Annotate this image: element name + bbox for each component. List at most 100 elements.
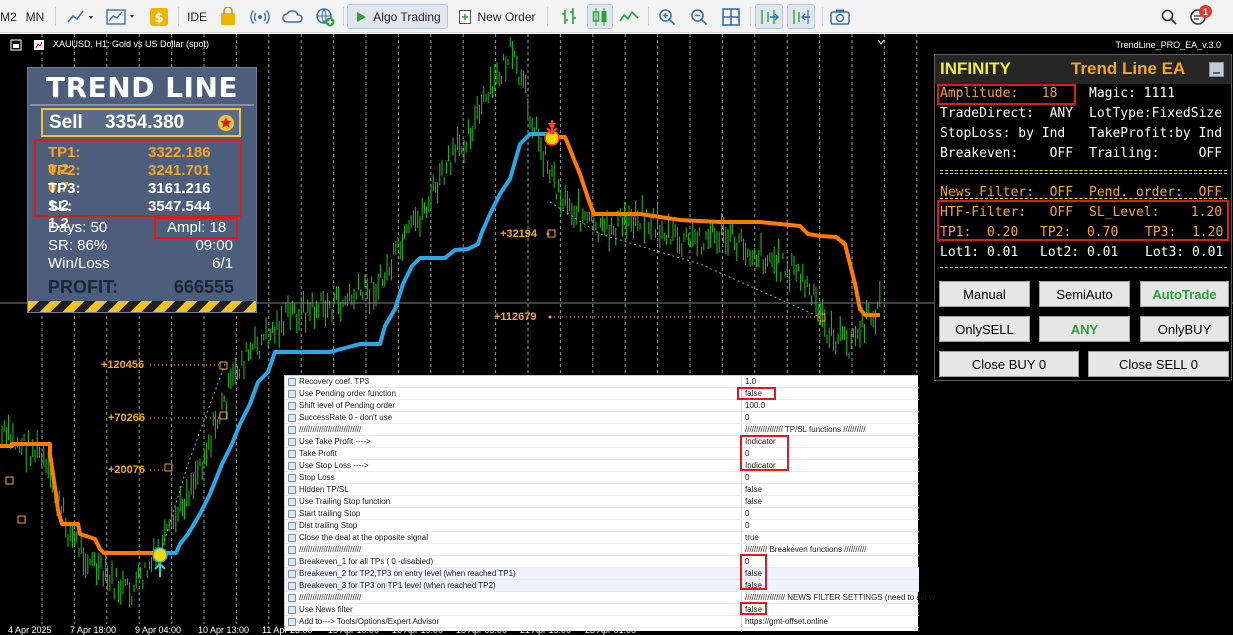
timeframe-mn-button[interactable]: MN xyxy=(22,4,48,29)
setting-key: Breakeven_1 for all TPs ( 0 -disabled) xyxy=(299,557,434,566)
setting-value[interactable]: 0 xyxy=(745,473,749,482)
setting-row[interactable]: Use Pending order function false xyxy=(285,388,919,400)
chart-window-icons xyxy=(10,39,44,51)
market-button[interactable] xyxy=(216,4,240,29)
setting-key: Add to---> Tools/Options/Expert Advisor xyxy=(299,617,440,626)
zoom-out-button[interactable] xyxy=(688,4,710,29)
setting-value[interactable]: 0 xyxy=(745,521,749,530)
setting-row[interactable]: Take Profit 0 xyxy=(285,448,919,460)
candlestick-button[interactable] xyxy=(587,4,613,29)
setting-value[interactable]: ////////// Breakeven functions /////////… xyxy=(745,545,866,554)
setting-row[interactable]: Dist trailing Stop 0 xyxy=(285,520,919,532)
ea-inputs-table: Recovery coef. TP3 1.0 Use Pending order f… xyxy=(284,375,935,632)
close-buy-button[interactable]: Close BUY 0 xyxy=(939,351,1079,377)
signal-direction: Sell xyxy=(49,112,83,133)
close-sell-button[interactable]: Close SELL 0 xyxy=(1088,351,1229,377)
autotrade-mode-button[interactable]: AutoTrade xyxy=(1140,281,1229,307)
setting-row[interactable]: //////////////////////////// ////////// B… xyxy=(285,544,919,556)
setting-row[interactable]: Breakeven_2 for TP2,TP3 on entry level (… xyxy=(285,568,919,580)
parameter-icon xyxy=(288,534,296,542)
templates-menu-button[interactable] xyxy=(103,4,139,29)
setting-row[interactable]: Use Stop Loss ----> Indicator xyxy=(285,460,919,472)
setting-key: Recovery coef. TP3 xyxy=(299,377,370,386)
line-chart-button[interactable] xyxy=(617,4,641,29)
setting-value[interactable]: false xyxy=(745,485,762,494)
manual-mode-button[interactable]: Manual xyxy=(939,281,1030,307)
search-button[interactable] xyxy=(1158,4,1180,29)
svg-text:$: $ xyxy=(154,11,163,26)
parameter-icon xyxy=(288,378,296,386)
setting-row[interactable]: Add to---> Tools/Options/Expert Advisor h… xyxy=(285,616,919,628)
community-button[interactable] xyxy=(312,4,338,29)
panel-divider xyxy=(940,267,1227,268)
auto-scroll-button[interactable] xyxy=(755,4,783,29)
semiauto-mode-button[interactable]: SemiAuto xyxy=(1039,281,1130,307)
setting-row[interactable]: Breakeven_3 for TP3 on TP1 level (when r… xyxy=(285,580,919,592)
line-chart-type-icon xyxy=(619,10,639,21)
amplitude-value: Amplitude: 18 xyxy=(940,86,1058,101)
setting-value[interactable]: https://gmt-offset.online xyxy=(745,617,828,626)
only-sell-button[interactable]: OnlySELL xyxy=(939,316,1030,342)
tp-highlight-box xyxy=(34,139,242,217)
profit-label: PROFIT: xyxy=(48,277,118,297)
setting-row[interactable]: Hidden TP/SL false xyxy=(285,484,919,496)
timeframe-m2-button[interactable]: M2 xyxy=(0,4,17,29)
setting-row[interactable]: Use Take Profit ----> Indicator xyxy=(285,436,919,448)
trailing-value: Trailing: OFF xyxy=(1089,146,1223,161)
tile-windows-button[interactable] xyxy=(719,4,743,29)
setting-value[interactable]: true xyxy=(745,533,759,542)
minimize-icon[interactable] xyxy=(1209,62,1224,77)
trade-profit-label: +120456 xyxy=(101,359,145,371)
setting-value[interactable]: 0 xyxy=(745,413,749,422)
chart-shift-icon xyxy=(793,9,810,24)
zoom-in-button[interactable] xyxy=(656,4,678,29)
signals-button[interactable] xyxy=(248,4,272,29)
chart-shift-button[interactable] xyxy=(787,4,815,29)
parameter-icon xyxy=(288,414,296,422)
expert-advisor-name: TrendLine_PRO_EA_v.3.0 xyxy=(1115,40,1221,50)
setting-value[interactable]: 100.0 xyxy=(745,401,765,410)
screenshot-button[interactable] xyxy=(828,4,852,29)
parameter-icon xyxy=(288,546,296,554)
parameter-icon xyxy=(288,390,296,398)
setting-row[interactable]: Stop Loss 0 xyxy=(285,472,919,484)
setting-value[interactable]: ////////////////// NEWS FILTER SETTINGS … xyxy=(745,593,935,602)
bar-chart-icon xyxy=(562,7,576,24)
algo-trading-button[interactable]: Algo Trading xyxy=(347,4,448,29)
lot-type-value: LotType:FixedSize xyxy=(1089,106,1223,121)
win-loss-value: 6/1 xyxy=(212,255,233,272)
setting-key: Breakeven_3 for TP3 on TP1 level (when r… xyxy=(299,581,496,590)
setting-row[interactable]: //////////////////////////// ////////////… xyxy=(285,424,919,436)
setting-value[interactable]: false xyxy=(745,497,762,506)
setting-row[interactable]: Use News filter false xyxy=(285,604,919,616)
setting-row[interactable]: SuccessRate 0 - don't use 0 xyxy=(285,412,919,424)
new-order-button[interactable]: New Order xyxy=(455,4,539,29)
setting-value[interactable]: 1.0 xyxy=(745,377,756,386)
setting-key: Use Take Profit ----> xyxy=(299,437,371,446)
setting-row[interactable]: Start trailing Stop 0 xyxy=(285,508,919,520)
setting-row[interactable]: Close the deal at the opposite signal tru… xyxy=(285,532,919,544)
setting-row[interactable]: Recovery coef. TP3 1.0 xyxy=(285,376,919,388)
deposit-button[interactable]: $ xyxy=(147,4,171,29)
indicators-menu-button[interactable] xyxy=(63,4,99,29)
auto-scroll-icon xyxy=(761,9,779,24)
setting-key: //////////////////////////// xyxy=(299,545,362,554)
star-icon xyxy=(218,115,234,131)
parameter-icon xyxy=(288,450,296,458)
toolbar-separator xyxy=(547,7,548,26)
trade-direction-value: TradeDirect: ANY xyxy=(940,106,1074,121)
bar-chart-button[interactable] xyxy=(557,4,581,29)
setting-row[interactable]: //////////////////////////// ////////////… xyxy=(285,592,935,604)
setting-row[interactable]: Shift level of Pending order 100.0 xyxy=(285,400,919,412)
vps-button[interactable] xyxy=(280,4,306,29)
setting-value[interactable]: ///////////////// TP/SL functions //////… xyxy=(745,425,866,434)
setting-row[interactable]: Breakeven_1 for all TPs ( 0 -disabled) 0 xyxy=(285,556,919,568)
any-direction-button[interactable]: ANY xyxy=(1039,316,1130,342)
setting-row[interactable]: Use Trailing Stop function false xyxy=(285,496,919,508)
panel-divider xyxy=(940,173,1227,174)
ide-button[interactable]: IDE xyxy=(183,4,211,29)
time-axis-label: 10 Apr 13:00 xyxy=(198,625,249,635)
setting-value[interactable]: 0 xyxy=(745,509,749,518)
only-buy-button[interactable]: OnlyBUY xyxy=(1140,316,1229,342)
setting-key: Use Stop Loss ----> xyxy=(299,461,369,470)
